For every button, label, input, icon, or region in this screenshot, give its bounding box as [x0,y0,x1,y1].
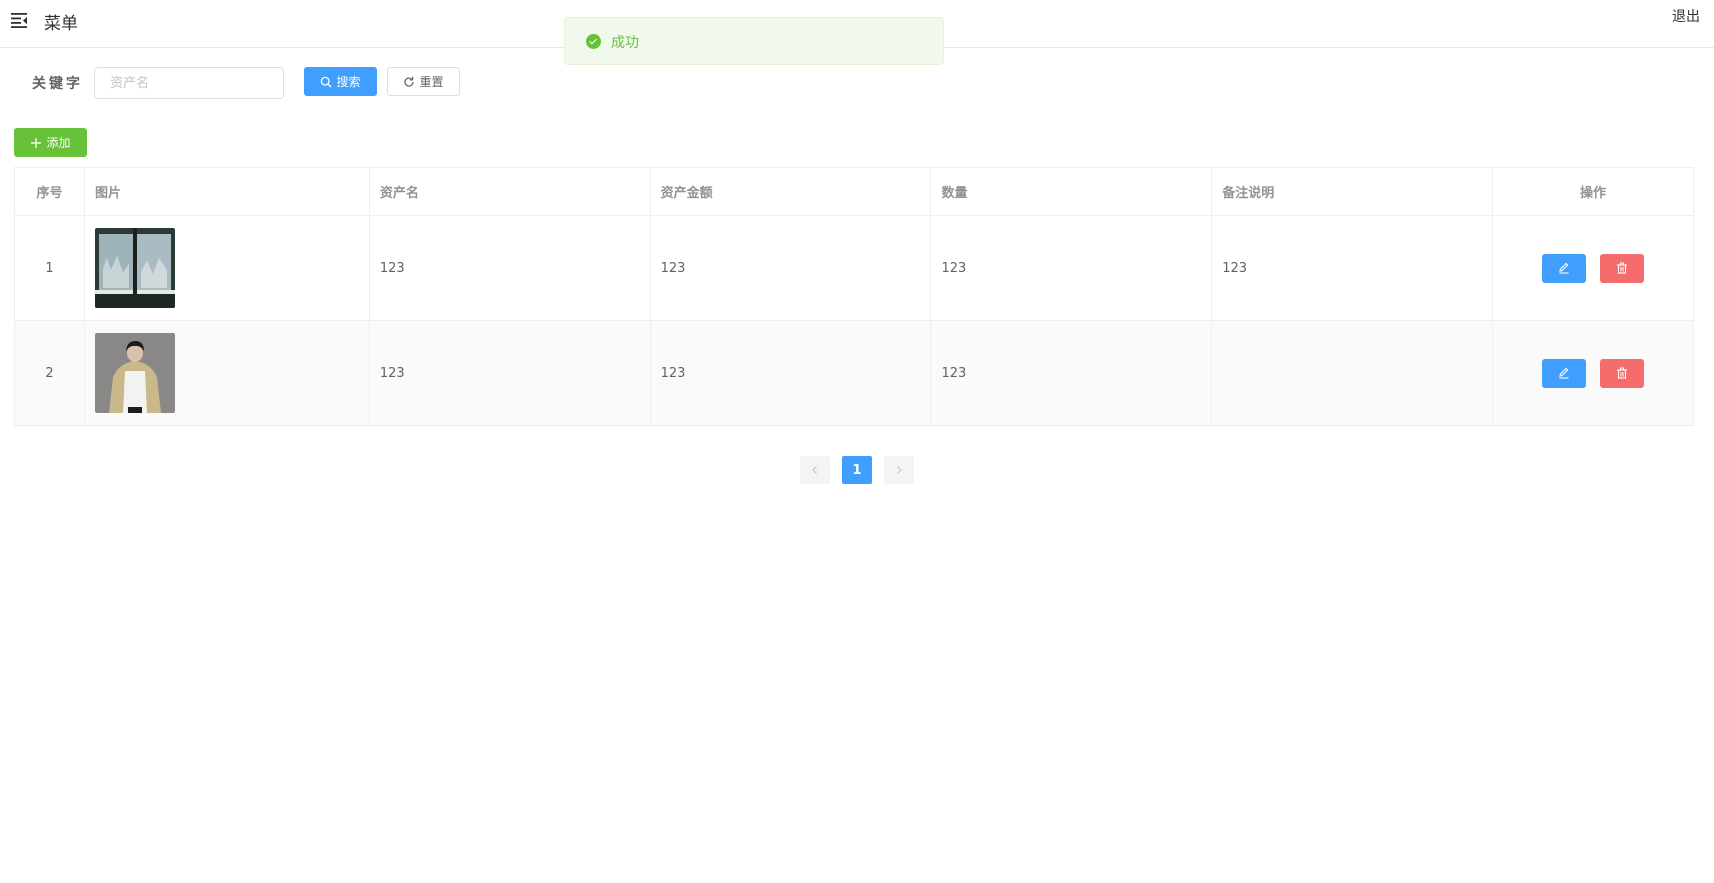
cell-actions [1492,320,1694,426]
person-photo-thumbnail[interactable] [94,333,175,413]
add-button[interactable]: 添加 [14,128,87,157]
cell-amount: 123 [649,215,932,321]
next-page-button[interactable] [884,456,914,484]
trash-icon [1617,367,1628,379]
edit-pencil-icon [1559,262,1569,274]
cell-image [83,320,370,426]
column-header-image: 图片 [83,167,370,216]
plus-icon [31,137,42,148]
cell-index: 1 [14,215,85,321]
column-header-quantity: 数量 [930,167,1213,216]
table-header-row: 序号 图片 资产名 资产金额 数量 备注说明 操作 [14,167,1694,216]
column-header-amount: 资产金额 [649,167,932,216]
column-header-index: 序号 [14,167,85,216]
search-button[interactable]: 搜索 [304,67,377,96]
column-header-actions: 操作 [1492,167,1694,216]
edit-button[interactable] [1541,358,1586,388]
prev-page-button[interactable] [800,456,830,484]
cell-name: 123 [368,320,651,426]
keyword-input[interactable] [94,67,284,99]
cell-quantity: 123 [930,215,1213,321]
column-header-name: 资产名 [368,167,651,216]
column-header-remark: 备注说明 [1211,167,1494,216]
table-row: 2 123 123 123 [14,320,1694,426]
success-toast: 成功 [564,17,944,65]
cell-remark [1211,320,1494,426]
refresh-icon [404,76,415,87]
delete-button[interactable] [1600,253,1645,283]
chevron-left-icon [812,466,817,474]
delete-button[interactable] [1600,358,1645,388]
trash-icon [1617,262,1628,274]
search-icon [321,76,332,87]
pagination: 1 [800,456,914,484]
table-row: 1 123 123 123 123 [14,215,1694,321]
chevron-right-icon [897,466,902,474]
cell-image [83,215,370,321]
window-photo-thumbnail[interactable] [94,228,175,308]
logout-link[interactable]: 退出 [1672,6,1700,26]
cell-actions [1492,215,1694,321]
page-number-button[interactable]: 1 [842,456,872,484]
menu-fold-icon[interactable] [10,11,28,29]
edit-pencil-icon [1559,367,1569,379]
toast-message: 成功 [611,35,639,51]
cell-index: 2 [14,320,85,426]
edit-button[interactable] [1541,253,1586,283]
asset-table: 序号 图片 资产名 资产金额 数量 备注说明 操作 1 123 123 123 … [14,167,1694,426]
add-button-label: 添加 [46,136,71,150]
reset-button-label: 重置 [419,75,444,89]
cell-quantity: 123 [930,320,1213,426]
check-circle-icon [586,34,601,49]
cell-remark: 123 [1211,215,1494,321]
keyword-label: 关键字 [32,76,83,92]
search-button-label: 搜索 [336,75,361,89]
reset-button[interactable]: 重置 [387,67,460,96]
menu-title: 菜单 [44,14,78,34]
cell-name: 123 [368,215,651,321]
cell-amount: 123 [649,320,932,426]
